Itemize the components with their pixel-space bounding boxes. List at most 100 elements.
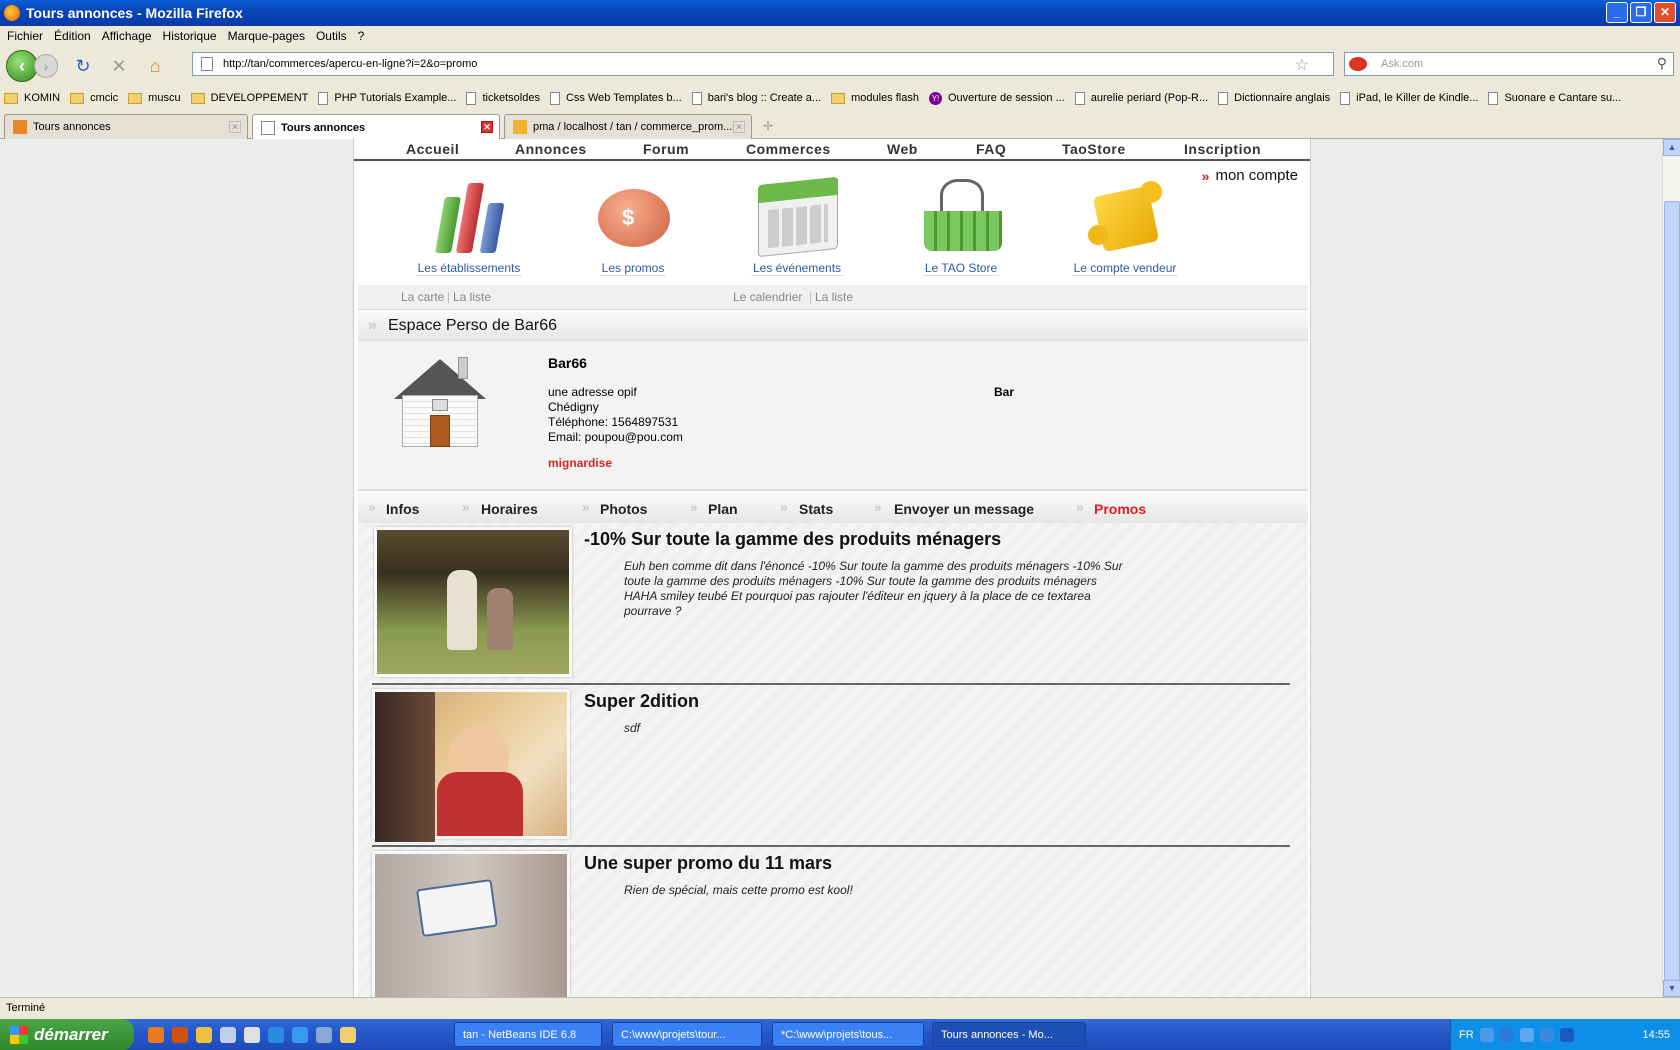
task-firefox[interactable]: Tours annonces - Mo...	[932, 1022, 1086, 1047]
window-titlebar[interactable]: Tours annonces - Mozilla Firefox _ ❐ ✕	[0, 0, 1680, 26]
etablissements-link[interactable]: Les établissements	[384, 175, 554, 276]
tab-infos[interactable]: Infos	[386, 501, 419, 517]
volume-icon[interactable]	[1539, 1027, 1554, 1042]
vertical-scrollbar[interactable]: ▲ ▼	[1662, 139, 1680, 997]
minimize-button[interactable]: _	[1606, 2, 1628, 23]
menu-outils[interactable]: Outils	[316, 29, 347, 43]
nav-faq[interactable]: FAQ	[976, 141, 1006, 157]
promo-photo[interactable]	[374, 527, 572, 677]
nav-taostore[interactable]: TaoStore	[1062, 141, 1126, 157]
bookmark-item[interactable]: iPad, le Killer de Kindle...	[1340, 91, 1478, 105]
la-liste-link-1[interactable]: La liste	[453, 285, 491, 309]
bookmark-item[interactable]: Dictionnaire anglais	[1218, 91, 1330, 105]
folder-icon[interactable]	[340, 1026, 356, 1043]
tab-close-icon[interactable]: ✕	[733, 121, 745, 133]
promos-link[interactable]: $ Les promos	[548, 175, 718, 276]
start-button[interactable]: démarrer	[0, 1019, 134, 1050]
media-icon[interactable]	[316, 1026, 332, 1043]
menu-historique[interactable]: Historique	[163, 29, 217, 43]
bookmark-item[interactable]: KOMIN	[4, 92, 60, 104]
bookmark-item[interactable]: muscu	[128, 92, 181, 104]
firefox-icon	[4, 5, 20, 21]
firefox-alt-icon[interactable]	[172, 1026, 188, 1043]
nav-commerces[interactable]: Commerces	[746, 141, 831, 157]
establishment-tag[interactable]: mignardise	[548, 456, 612, 470]
task-netbeans[interactable]: tan - NetBeans IDE 6.8	[454, 1022, 602, 1047]
close-window-button[interactable]: ✕	[1654, 2, 1676, 23]
language-indicator[interactable]: FR	[1459, 1029, 1474, 1041]
tab-stats[interactable]: Stats	[799, 501, 833, 517]
nav-accueil[interactable]: Accueil	[406, 141, 459, 157]
la-liste-link-2[interactable]: La liste	[815, 285, 853, 309]
scroll-down-icon[interactable]: ▼	[1663, 980, 1680, 997]
restore-button[interactable]: ❐	[1630, 2, 1652, 23]
forward-button[interactable]: ›	[34, 54, 58, 78]
page-icon	[1340, 91, 1351, 105]
stop-icon[interactable]: ✕	[108, 55, 130, 77]
tab-label: pma / localhost / tan / commerce_prom...	[533, 121, 733, 133]
firefox-launch-icon[interactable]	[148, 1026, 164, 1043]
tab-photos[interactable]: Photos	[600, 501, 647, 517]
user-icon[interactable]	[196, 1026, 212, 1043]
bookmark-item[interactable]: PHP Tutorials Example...	[318, 91, 456, 105]
task-editor[interactable]: *C:\www\projets\tous...	[772, 1022, 924, 1047]
tab-horaires[interactable]: Horaires	[481, 501, 538, 517]
network-icon[interactable]	[1479, 1027, 1494, 1042]
tab-tours-annonces-2[interactable]: Tours annonces ✕	[252, 114, 500, 140]
task-explorer[interactable]: C:\www\projets\tour...	[612, 1022, 762, 1047]
address-bar[interactable]: http://tan/commerces/apercu-en-ligne?i=2…	[192, 52, 1334, 76]
scrollbar-thumb[interactable]	[1664, 201, 1680, 981]
menu-fichier[interactable]: Fichier	[7, 29, 43, 43]
clock[interactable]: 14:55	[1642, 1029, 1670, 1041]
promo-photo[interactable]	[372, 689, 570, 842]
menu-affichage[interactable]: Affichage	[102, 29, 152, 43]
tab-envoyer-message[interactable]: Envoyer un message	[894, 501, 1034, 517]
tab-tours-annonces-1[interactable]: Tours annonces ✕	[4, 114, 248, 139]
ask-logo-icon[interactable]	[1349, 57, 1367, 71]
tab-promos[interactable]: Promos	[1094, 501, 1146, 517]
home-icon[interactable]: ⌂	[144, 55, 166, 77]
nav-web[interactable]: Web	[887, 141, 918, 157]
wifi-icon[interactable]	[1519, 1027, 1534, 1042]
bookmark-item[interactable]: DEVELOPPEMENT	[190, 92, 308, 104]
nav-annonces[interactable]: Annonces	[515, 141, 587, 157]
le-calendrier-link[interactable]: Le calendrier	[733, 285, 802, 309]
scroll-up-icon[interactable]: ▲	[1663, 139, 1680, 156]
bookmark-item[interactable]: Suonare e Cantare su...	[1488, 91, 1621, 105]
tao-store-link[interactable]: Le TAO Store	[876, 175, 1046, 276]
bookmark-item[interactable]: Y! Ouverture de session ...	[928, 91, 1065, 105]
tab-close-icon[interactable]: ✕	[481, 121, 493, 133]
notepad-icon[interactable]	[244, 1026, 260, 1043]
bookmark-item[interactable]: bari's blog :: Create a...	[691, 91, 821, 105]
menu-edition[interactable]: Édition	[54, 29, 91, 43]
security-shield-icon[interactable]	[1559, 1027, 1574, 1042]
tool-icon[interactable]	[220, 1026, 236, 1043]
tab-close-icon[interactable]: ✕	[229, 121, 241, 133]
compte-vendeur-label: Le compte vendeur	[1071, 261, 1179, 276]
search-icon[interactable]: ⚲	[1657, 55, 1667, 72]
bookmark-item[interactable]: ticketsoldes	[466, 91, 540, 105]
ie-icon[interactable]	[268, 1026, 284, 1043]
la-carte-link[interactable]: La carte	[401, 285, 444, 309]
bookmark-item[interactable]: Css Web Templates b...	[549, 91, 682, 105]
search-input[interactable]: Ask.com ⚲	[1344, 52, 1674, 76]
bookmark-item[interactable]: aurelie periard (Pop-R...	[1074, 91, 1208, 105]
menu-help[interactable]: ?	[358, 29, 365, 43]
reload-icon[interactable]: ↻	[72, 55, 94, 77]
folder-icon	[128, 92, 143, 104]
menu-marque-pages[interactable]: Marque-pages	[228, 29, 305, 43]
tab-pma[interactable]: pma / localhost / tan / commerce_prom...…	[504, 114, 752, 139]
tab-plan[interactable]: Plan	[708, 501, 738, 517]
bluetooth-icon[interactable]	[1499, 1027, 1514, 1042]
bookmark-item[interactable]: cmcic	[70, 92, 118, 104]
evenements-link[interactable]: Les événements	[712, 175, 882, 276]
nav-forum[interactable]: Forum	[643, 141, 689, 157]
ie-alt-icon[interactable]	[292, 1026, 308, 1043]
bookmark-item[interactable]: modules flash	[831, 92, 919, 104]
compte-vendeur-link[interactable]: Le compte vendeur	[1040, 175, 1210, 276]
establishment-address: une adresse opif Chédigny Téléphone: 156…	[548, 385, 683, 445]
nav-inscription[interactable]: Inscription	[1184, 141, 1261, 157]
new-tab-button[interactable]: ✛	[756, 116, 780, 136]
bookmark-star-icon[interactable]: ☆	[1295, 55, 1309, 75]
promo-photo[interactable]	[372, 851, 570, 997]
